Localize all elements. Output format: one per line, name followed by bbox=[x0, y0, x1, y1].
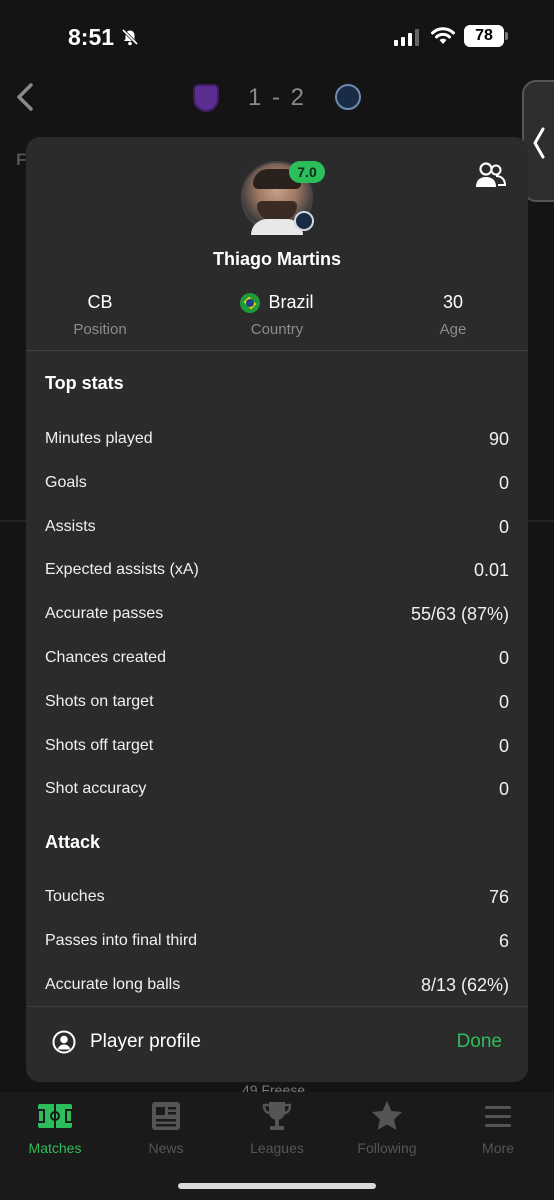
stat-row: Touches 76 bbox=[45, 882, 509, 912]
attack-title: Attack bbox=[45, 832, 101, 852]
tab-following[interactable]: Following bbox=[332, 1100, 442, 1156]
stat-value: 0 bbox=[498, 778, 509, 799]
country-value: Brazil bbox=[268, 292, 314, 312]
tab-label: Matches bbox=[28, 1140, 82, 1156]
stat-label: Shot accuracy bbox=[45, 780, 147, 797]
stat-value: 76 bbox=[488, 886, 509, 907]
age-value: 30 bbox=[442, 292, 464, 312]
stat-label: Minutes played bbox=[45, 430, 153, 447]
stat-row: Minutes played 90 bbox=[45, 424, 509, 454]
back-chevron-icon[interactable] bbox=[14, 82, 36, 112]
tab-label: More bbox=[482, 1140, 514, 1156]
player-name: Thiago Martins bbox=[212, 249, 341, 269]
stat-value: 0 bbox=[498, 691, 509, 712]
home-team-logo-icon[interactable] bbox=[193, 84, 219, 112]
star-icon bbox=[372, 1101, 402, 1130]
stat-label: Shots on target bbox=[45, 693, 154, 710]
tab-label: Following bbox=[357, 1140, 417, 1156]
battery-icon: 78 bbox=[464, 25, 504, 47]
avatar-beard bbox=[257, 201, 297, 221]
stat-row: Goals 0 bbox=[45, 468, 509, 498]
country-info: Brazil Country bbox=[197, 292, 357, 338]
stat-label: Goals bbox=[45, 474, 87, 491]
age-info: 30 Age bbox=[373, 292, 528, 338]
stat-label: Passes into final third bbox=[45, 932, 198, 949]
stat-label: Expected assists (xA) bbox=[45, 561, 199, 578]
menu-icon bbox=[485, 1106, 511, 1127]
compare-players-icon[interactable] bbox=[474, 161, 506, 189]
sheet-footer: Player profile Done bbox=[26, 1006, 528, 1082]
stat-row: Shot accuracy 0 bbox=[45, 774, 509, 804]
tab-more[interactable]: More bbox=[443, 1100, 553, 1156]
stat-row: Chances created 0 bbox=[45, 643, 509, 673]
stat-value: 0 bbox=[498, 647, 509, 668]
match-header: 1 - 2 bbox=[0, 70, 554, 130]
club-logo-icon bbox=[294, 211, 314, 231]
stat-value: 90 bbox=[488, 428, 509, 449]
match-score: 1 - 2 bbox=[248, 84, 307, 111]
stat-value: 55/63 (87%) bbox=[410, 603, 509, 624]
stat-label: Shots off target bbox=[45, 737, 154, 754]
stat-label: Touches bbox=[45, 888, 105, 905]
age-label: Age bbox=[439, 321, 467, 338]
pitch-icon bbox=[37, 1104, 73, 1128]
stat-label: Assists bbox=[45, 518, 96, 535]
stat-value: 0.01 bbox=[473, 559, 509, 580]
country-label: Country bbox=[250, 321, 304, 338]
stat-row: Accurate long balls 8/13 (62%) bbox=[45, 970, 509, 1000]
chevron-left-icon bbox=[533, 127, 545, 159]
trophy-icon bbox=[262, 1102, 292, 1130]
tab-matches[interactable]: Matches bbox=[0, 1100, 110, 1156]
stat-value: 0 bbox=[498, 516, 509, 537]
stat-label: Accurate passes bbox=[45, 605, 164, 622]
stat-row: Shots off target 0 bbox=[45, 731, 509, 761]
player-header: 7.0 Thiago Martins CB Position Brazil Co… bbox=[26, 137, 528, 351]
stat-row: Expected assists (xA) 0.01 bbox=[45, 555, 509, 585]
player-profile-button[interactable]: Player profile bbox=[90, 1031, 201, 1053]
stat-label: Chances created bbox=[45, 649, 166, 666]
newspaper-icon bbox=[152, 1102, 180, 1130]
stat-value: 0 bbox=[498, 735, 509, 756]
rating-badge: 7.0 bbox=[289, 161, 325, 183]
home-indicator[interactable] bbox=[178, 1183, 376, 1189]
tab-label: News bbox=[148, 1140, 184, 1156]
stat-value: 8/13 (62%) bbox=[420, 974, 509, 995]
player-stats-sheet: 7.0 Thiago Martins CB Position Brazil Co… bbox=[26, 137, 528, 1082]
status-bar: 8:51 78 bbox=[0, 0, 554, 70]
top-stats-title: Top stats bbox=[45, 373, 124, 393]
stat-row: Accurate passes 55/63 (87%) bbox=[45, 599, 509, 629]
away-team-logo-icon[interactable] bbox=[335, 84, 361, 110]
stat-row: Shots on target 0 bbox=[45, 687, 509, 717]
position-value: CB bbox=[87, 292, 113, 312]
position-label: Position bbox=[73, 321, 127, 338]
background-text: F bbox=[16, 150, 27, 169]
stat-value: 6 bbox=[498, 930, 509, 951]
stat-value: 0 bbox=[498, 472, 509, 493]
tab-news[interactable]: News bbox=[111, 1100, 221, 1156]
wifi-icon bbox=[431, 27, 455, 44]
position-info: CB Position bbox=[26, 292, 180, 338]
status-time: 8:51 bbox=[68, 24, 115, 50]
person-circle-icon[interactable] bbox=[52, 1030, 76, 1054]
stat-row: Passes into final third 6 bbox=[45, 926, 509, 956]
tab-label: Leagues bbox=[250, 1140, 304, 1156]
stat-row: Assists 0 bbox=[45, 512, 509, 542]
battery-cap bbox=[505, 32, 508, 40]
brazil-flag-icon bbox=[240, 292, 261, 313]
tab-leagues[interactable]: Leagues bbox=[222, 1100, 332, 1156]
bell-off-icon bbox=[121, 28, 139, 46]
done-button[interactable]: Done bbox=[457, 1031, 502, 1053]
cellular-signal-icon bbox=[394, 28, 419, 46]
stat-label: Accurate long balls bbox=[45, 976, 181, 993]
